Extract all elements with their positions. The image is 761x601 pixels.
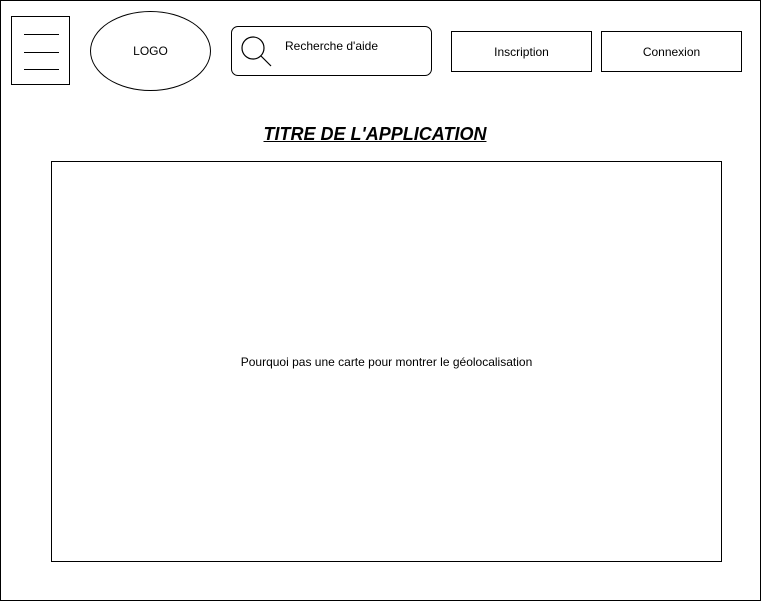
menu-line — [24, 52, 59, 53]
map-placeholder[interactable]: Pourquoi pas une carte pour montrer le g… — [51, 161, 722, 562]
inscription-button[interactable]: Inscription — [451, 31, 592, 72]
search-bar[interactable]: Recherche d'aide — [231, 26, 432, 76]
logo-text: LOGO — [133, 44, 168, 58]
menu-button[interactable] — [11, 16, 70, 85]
search-icon — [241, 36, 272, 67]
app-frame: LOGO Recherche d'aide Inscription Connex… — [0, 0, 761, 601]
logo: LOGO — [90, 11, 211, 91]
menu-line — [24, 34, 59, 35]
search-label: Recherche d'aide — [285, 39, 379, 53]
connexion-button[interactable]: Connexion — [601, 31, 742, 72]
menu-line — [24, 69, 59, 70]
connexion-label: Connexion — [642, 44, 701, 59]
page-title: TITRE DE L'APPLICATION — [263, 124, 487, 144]
inscription-label: Inscription — [494, 44, 549, 59]
map-placeholder-text: Pourquoi pas une carte pour montrer le g… — [240, 354, 533, 369]
